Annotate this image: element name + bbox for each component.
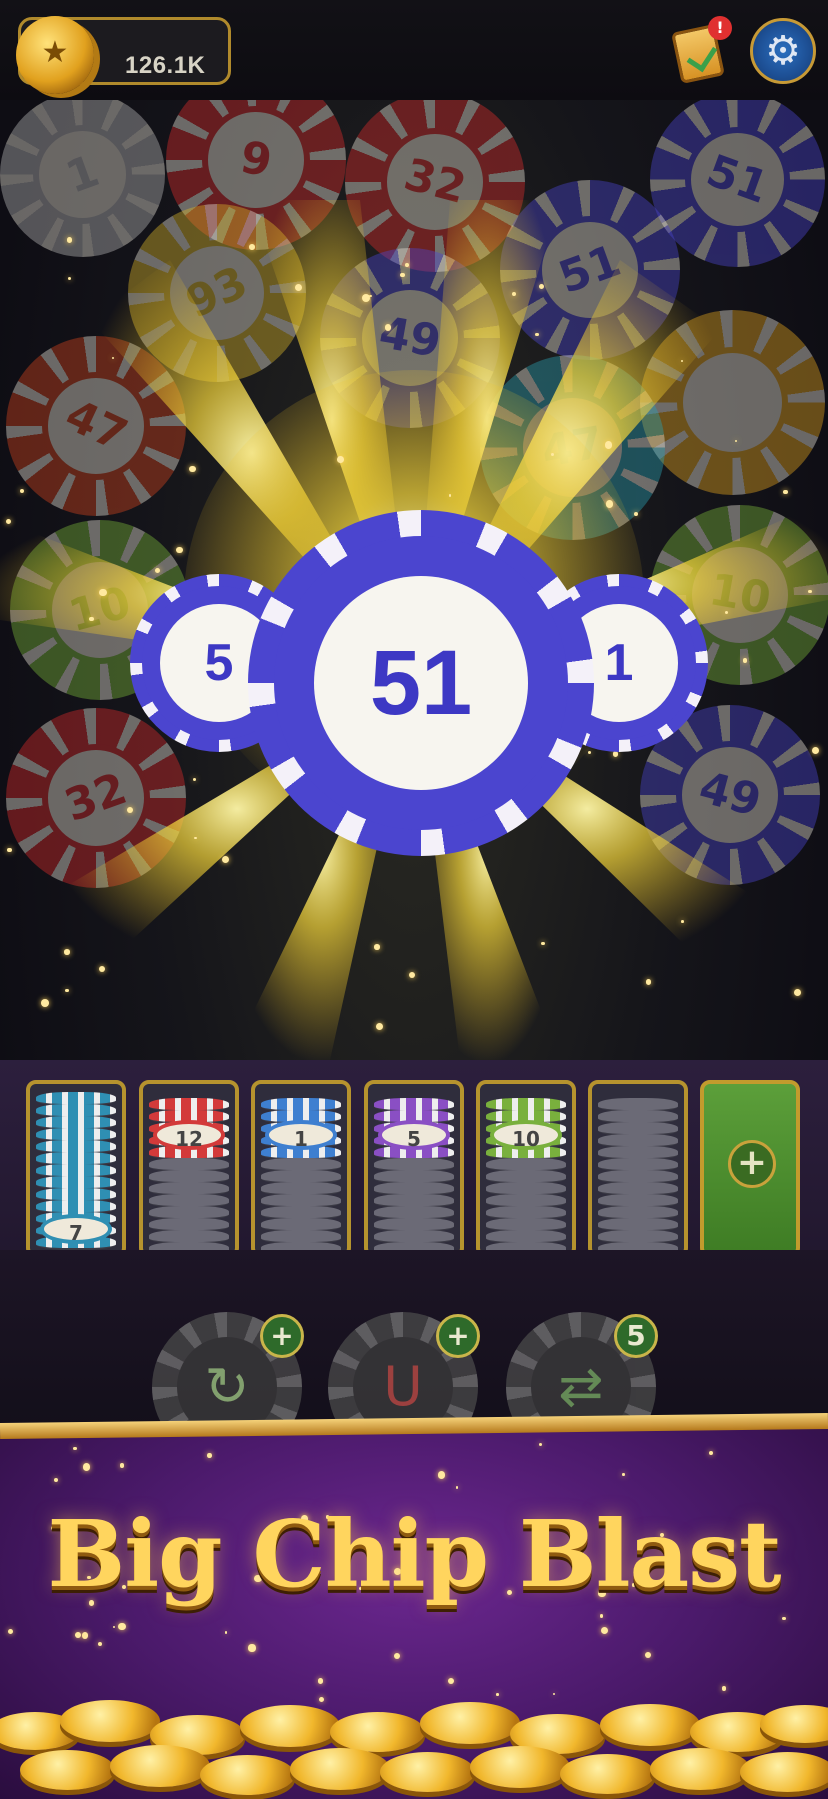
task-button[interactable]: !: [671, 16, 732, 85]
coin-icon: ★: [16, 16, 94, 94]
chip-slot[interactable]: 12: [139, 1080, 239, 1258]
settings-button[interactable]: ⚙: [750, 18, 816, 84]
gold-coin: [110, 1745, 210, 1787]
gold-coin: [470, 1746, 570, 1788]
game-screen: 193251935149474710103249 5: [0, 0, 828, 1799]
gold-coin: [330, 1712, 425, 1752]
sparkle: [437, 1471, 446, 1479]
sparkle: [538, 1442, 543, 1446]
sparkle: [89, 616, 94, 622]
chip-slot[interactable]: 1: [251, 1080, 351, 1258]
sparkle: [19, 488, 24, 493]
sparkle: [783, 489, 788, 495]
featured-chip-center-number: 51: [314, 576, 528, 790]
chip-slot[interactable]: 5: [364, 1080, 464, 1258]
sparkle: [622, 1473, 625, 1476]
gold-coin: [200, 1755, 295, 1795]
sparkle: [681, 919, 685, 923]
chip-slot[interactable]: [588, 1080, 688, 1258]
banner-title: Big Chip Blast: [47, 1500, 781, 1608]
gear-icon: ⚙: [765, 28, 801, 74]
sparkle: [249, 244, 255, 251]
sparkle: [248, 1644, 256, 1652]
sparkle: [384, 323, 392, 331]
sparkle: [99, 588, 107, 597]
booster-shuffle-badge: 5: [614, 1314, 658, 1358]
add-slot-button[interactable]: +: [700, 1080, 800, 1258]
sparkle: [188, 465, 196, 473]
sparkle: [67, 237, 73, 243]
sparkle: [405, 263, 409, 267]
sparkle: [64, 949, 70, 955]
sparkle: [645, 1651, 651, 1658]
sparkle: [65, 988, 69, 993]
sparkle: [633, 511, 638, 516]
slot-top-chip-label: 1: [265, 1120, 337, 1151]
slot-top-chip-label: 10: [490, 1120, 562, 1151]
sparkle: [811, 747, 819, 755]
slot-top-chip-label: 12: [153, 1120, 225, 1151]
slot-top-chip-label: 5: [378, 1120, 450, 1151]
sparkle: [336, 456, 344, 463]
sparkle: [73, 1447, 77, 1451]
sparkle: [552, 1693, 555, 1696]
gold-coin: [740, 1752, 828, 1792]
sparkle: [612, 751, 619, 757]
sparkle: [176, 546, 183, 553]
gold-coin: [240, 1705, 340, 1747]
sparkle: [74, 1632, 81, 1639]
sparkle: [645, 979, 651, 985]
gold-coin: [600, 1704, 700, 1746]
sparkle: [511, 291, 517, 297]
gold-coin: [560, 1754, 655, 1794]
sparkle: [447, 1677, 454, 1684]
featured-chip-center: 51: [248, 510, 594, 856]
coin-value: 126.1K: [125, 52, 206, 79]
sparkle: [207, 1453, 212, 1458]
sparkle: [67, 276, 72, 280]
sparkle: [600, 1614, 604, 1618]
sparkle: [374, 944, 380, 950]
gold-coin: [420, 1702, 520, 1744]
slot-top-chip-label: 7: [40, 1214, 112, 1245]
sparkle: [361, 294, 370, 303]
gold-coin: [290, 1748, 390, 1790]
sparkle: [82, 1463, 91, 1471]
chip-slot[interactable]: 7: [26, 1080, 126, 1258]
sparkle: [126, 806, 133, 814]
sparkle: [317, 1678, 324, 1684]
sparkle: [535, 332, 539, 337]
sparkle: [734, 439, 738, 442]
booster-undo-badge: +: [260, 1314, 304, 1358]
sparkle: [98, 966, 105, 973]
sparkle: [600, 1626, 608, 1634]
gold-coin: [380, 1752, 475, 1792]
booster-magnet-badge: +: [436, 1314, 480, 1358]
gold-coin: [20, 1750, 115, 1790]
gold-coin: [60, 1700, 160, 1742]
sparkle: [192, 777, 196, 781]
gold-coin: [650, 1748, 750, 1790]
sparkle: [112, 356, 115, 359]
sparkle: [539, 283, 545, 289]
sparkle: [721, 1685, 727, 1691]
sparkle: [400, 273, 405, 278]
plus-icon: +: [728, 1140, 776, 1188]
sparkle: [782, 1616, 786, 1621]
sparkle: [6, 847, 12, 853]
sparkle: [541, 941, 545, 946]
sparkle: [224, 1631, 227, 1634]
sparkle: [118, 1622, 126, 1631]
chip-slot[interactable]: 10: [476, 1080, 576, 1258]
sparkle: [808, 589, 812, 594]
top-bar: 126.1K ★ ! ⚙: [0, 0, 828, 100]
sparkle: [496, 1693, 499, 1696]
task-alert-badge: !: [708, 16, 732, 40]
